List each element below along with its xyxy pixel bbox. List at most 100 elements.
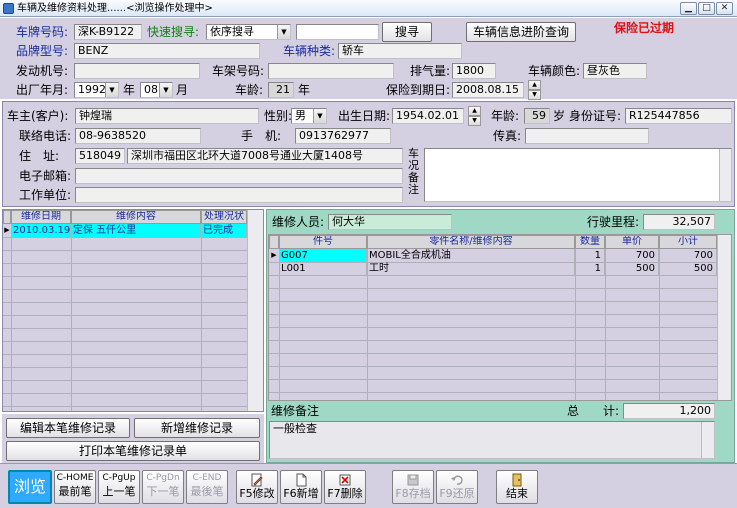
- chevron-down-icon[interactable]: ▼: [277, 25, 290, 39]
- navigation-toolbar: 浏览 C-HOME 最前笔 C-PgUp 上一笔 C-PgDn 下一笔 C-EN…: [0, 463, 737, 508]
- spin-down-icon[interactable]: ▼: [468, 116, 481, 126]
- owner-field[interactable]: 钟煌瑞: [75, 108, 259, 124]
- minimize-icon[interactable]: ▁: [680, 2, 697, 15]
- col-subtotal[interactable]: 小计: [659, 235, 717, 249]
- search-input[interactable]: [296, 24, 379, 40]
- id-field[interactable]: R125447856: [625, 108, 732, 124]
- advanced-query-button[interactable]: 车辆信息进阶查询: [466, 22, 576, 42]
- color-field[interactable]: 昼灰色: [583, 63, 647, 79]
- repair-list-grid[interactable]: 维修日期 维修内容 处理况状 ▶ 2010.03.19 定保 五仟公里 已完成: [2, 209, 264, 412]
- spin-up-icon[interactable]: ▲: [468, 106, 481, 116]
- restore-label: F9还原: [439, 487, 475, 500]
- grid-col-line: [71, 224, 72, 411]
- add-button[interactable]: F6新增: [280, 470, 322, 504]
- browse-mode-button[interactable]: 浏览: [8, 470, 52, 504]
- table-row[interactable]: L001 工时 1 500 500: [279, 262, 717, 275]
- grid-row-line: [269, 314, 717, 315]
- first-record-button[interactable]: C-HOME 最前笔: [54, 470, 96, 504]
- close-icon[interactable]: ✕: [716, 2, 733, 15]
- next-record-button[interactable]: C-PgDn 下一笔: [142, 470, 184, 504]
- col-repair-date[interactable]: 维修日期: [11, 210, 71, 224]
- mfg-year-select[interactable]: 1992 ▼: [74, 82, 119, 98]
- mfg-label: 出厂年月:: [16, 83, 69, 97]
- address-label: 住 址:: [19, 149, 60, 163]
- last-key: C-END: [192, 473, 222, 483]
- last-record-button[interactable]: C-END 最後笔: [186, 470, 228, 504]
- spin-down-icon[interactable]: ▼: [528, 90, 541, 100]
- work-field[interactable]: [75, 187, 403, 203]
- exit-button[interactable]: 结束: [496, 470, 538, 504]
- mechanic-field[interactable]: 何大华: [328, 214, 452, 230]
- col-repair-status[interactable]: 处理况状: [201, 210, 247, 224]
- delete-button[interactable]: F7删除: [324, 470, 366, 504]
- quick-search-mode-value: 依序搜寻: [210, 25, 254, 38]
- repair-list-scrollbar[interactable]: [247, 210, 263, 411]
- print-repair-button[interactable]: 打印本笔维修记录单: [6, 441, 260, 461]
- work-label: 工作单位:: [19, 188, 72, 202]
- displacement-field[interactable]: 1800: [452, 63, 496, 79]
- quick-search-mode-select[interactable]: 依序搜寻 ▼: [206, 24, 291, 40]
- new-document-icon: [296, 473, 307, 487]
- birth-field[interactable]: 1954.02.01: [392, 108, 464, 124]
- mobile-label: 手 机:: [241, 129, 282, 143]
- chevron-down-icon[interactable]: ▼: [105, 83, 118, 97]
- brand-field[interactable]: BENZ: [74, 43, 260, 59]
- total-label: 总 计:: [567, 404, 620, 418]
- owner-age-field: 59: [524, 108, 550, 124]
- col-part-number[interactable]: 件号: [279, 235, 367, 249]
- email-field[interactable]: [75, 168, 403, 184]
- gender-label: 性别:: [264, 109, 293, 123]
- maximize-icon[interactable]: □: [698, 2, 715, 15]
- last-label: 最後笔: [190, 485, 224, 498]
- type-field[interactable]: 轿车: [338, 43, 462, 59]
- prev-label: 上一笔: [102, 485, 136, 498]
- phone-field[interactable]: 08-9638520: [75, 128, 201, 144]
- total-field: 1,200: [623, 403, 715, 419]
- table-row[interactable]: G007 MOBIL全合成机油 1 700 700: [279, 249, 717, 262]
- postcode-field[interactable]: 518049: [75, 148, 125, 164]
- save-button[interactable]: F8存档: [392, 470, 434, 504]
- search-button[interactable]: 搜寻: [382, 22, 432, 42]
- table-row[interactable]: 2010.03.19 定保 五仟公里 已完成: [11, 224, 247, 237]
- col-unit-price[interactable]: 单价: [605, 235, 659, 249]
- plate-field[interactable]: 深K-B9122: [74, 24, 142, 40]
- frame-field[interactable]: [268, 63, 394, 79]
- col-quantity[interactable]: 数量: [575, 235, 605, 249]
- exit-door-icon: [512, 473, 522, 487]
- restore-button[interactable]: F9还原: [436, 470, 478, 504]
- grid-row-line: [3, 302, 247, 303]
- chevron-down-icon[interactable]: ▼: [159, 83, 172, 97]
- fax-field[interactable]: [525, 128, 649, 144]
- insurance-field[interactable]: 2008.08.15: [452, 82, 524, 98]
- remarks-label: 维修备注: [271, 404, 320, 418]
- notes-textarea[interactable]: [424, 148, 732, 202]
- add-repair-button[interactable]: 新增维修记录: [134, 418, 260, 438]
- part-name-cell: 工时: [367, 262, 575, 275]
- remarks-scrollbar[interactable]: [701, 422, 714, 458]
- delete-icon: [339, 474, 351, 486]
- notes-scrollbar[interactable]: [719, 149, 731, 201]
- grid-row-line: [3, 276, 247, 277]
- edit-repair-button[interactable]: 编辑本笔维修记录: [6, 418, 130, 438]
- row-indicator-header: [3, 210, 11, 224]
- repair-actions: 编辑本笔维修记录 新增维修记录 打印本笔维修记录单: [2, 414, 264, 463]
- repair-detail-panel: 维修人员: 何大华 行驶里程: 32,507 件号 零件名称/维修内容 数量 单…: [266, 209, 735, 463]
- grid-row-line: [3, 289, 247, 290]
- mobile-field[interactable]: 0913762977: [295, 128, 391, 144]
- mileage-field[interactable]: 32,507: [643, 214, 715, 230]
- parts-scrollbar[interactable]: [717, 235, 731, 400]
- birth-label: 出生日期:: [338, 109, 391, 123]
- parts-grid[interactable]: 件号 零件名称/维修内容 数量 单价 小计 ▶ G007 MOBIL全合成机油 …: [268, 234, 732, 401]
- remarks-textarea[interactable]: 一般检查: [269, 421, 715, 459]
- mfg-month-select[interactable]: 08 ▼: [140, 82, 173, 98]
- type-label: 车辆种类:: [283, 44, 336, 58]
- spin-up-icon[interactable]: ▲: [528, 80, 541, 90]
- engine-field[interactable]: [74, 63, 200, 79]
- chevron-down-icon[interactable]: ▼: [313, 109, 326, 123]
- address-field[interactable]: 深圳市福田区北环大道7008号通业大厦1408号: [127, 148, 403, 164]
- gender-select[interactable]: 男 ▼: [291, 108, 327, 124]
- edit-button[interactable]: F5修改: [236, 470, 278, 504]
- col-part-name[interactable]: 零件名称/维修内容: [367, 235, 575, 249]
- col-repair-content[interactable]: 维修内容: [71, 210, 201, 224]
- prev-record-button[interactable]: C-PgUp 上一笔: [98, 470, 140, 504]
